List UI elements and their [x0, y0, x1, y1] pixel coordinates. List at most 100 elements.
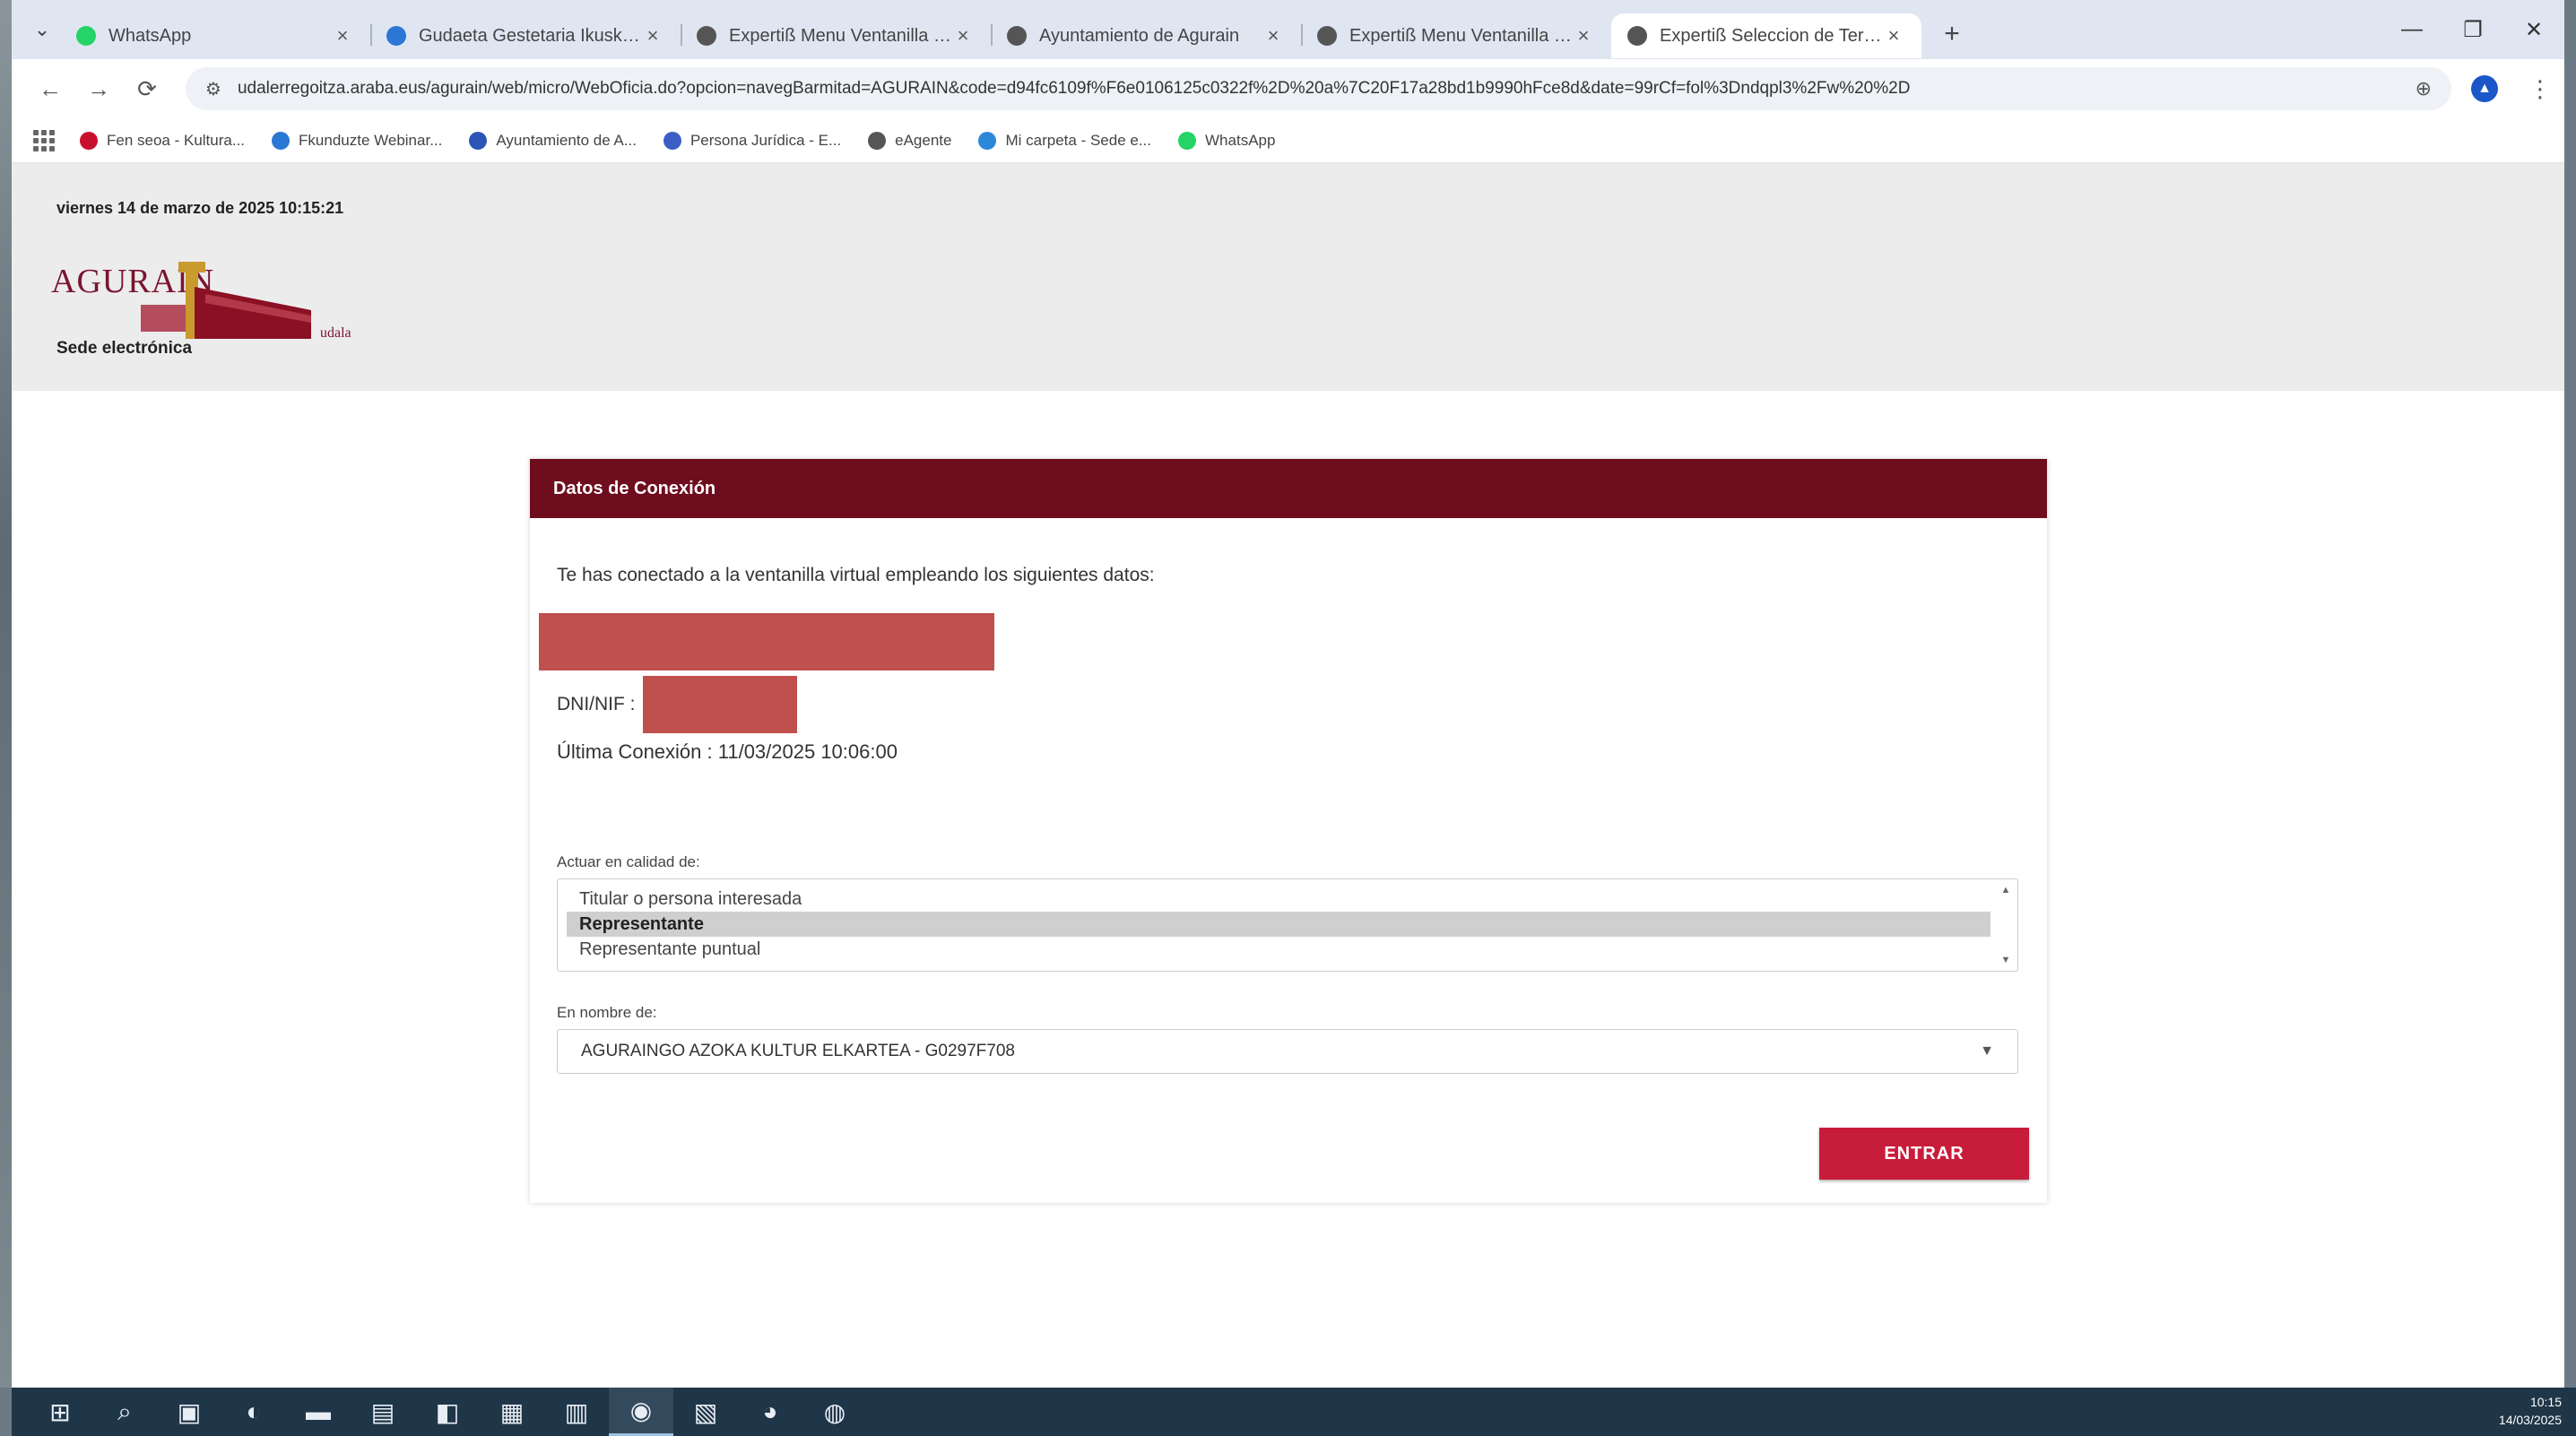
taskbar-search-icon[interactable]: ⌕ — [92, 1388, 157, 1436]
taskbar-chrome-icon[interactable]: ◉ — [609, 1388, 673, 1436]
tab-favicon-icon — [386, 26, 406, 46]
browser-menu-icon[interactable]: ⋮ — [2528, 75, 2552, 103]
bookmark-item[interactable]: Fen seoa - Kultura... — [80, 131, 246, 150]
browser-tab[interactable]: Ayuntamiento de Agurain × — [991, 13, 1301, 58]
extension-icon[interactable]: ⊕ — [2416, 77, 2432, 100]
bookmark-item[interactable]: Mi carpeta - Sede e... — [978, 131, 1152, 150]
bookmark-label: eAgente — [895, 131, 952, 149]
sede-electronica-label: Sede electrónica — [56, 339, 193, 358]
apps-grid-icon[interactable] — [33, 129, 55, 151]
site-info-icon[interactable]: ⚙ — [205, 78, 221, 100]
bookmark-label: WhatsApp — [1205, 131, 1276, 149]
taskbar-apps: ⊞ ⌕ ▣ ◐ ▬ ▤ ◧ ▦ ▥ ◉ ▧ ◕ ◍ — [28, 1388, 867, 1436]
restore-button[interactable]: ❐ — [2442, 0, 2503, 59]
bookmark-label: Ayuntamiento de A... — [496, 131, 637, 149]
act-as-option[interactable]: Representante puntual — [567, 937, 1991, 962]
tab-title: Expertiß Menu Ventanilla Virt... — [729, 25, 951, 46]
bookmark-label: Fen seoa - Kultura... — [107, 131, 246, 149]
tab-list: WhatsApp×Gudaeta Gestetaria Ikuskaile - … — [60, 1, 1921, 58]
back-button[interactable]: ← — [30, 68, 71, 109]
act-as-option[interactable]: Titular o persona interesada — [567, 887, 1991, 912]
taskbar-word-icon[interactable]: ▥ — [544, 1388, 609, 1436]
tab-favicon-icon — [1317, 26, 1337, 46]
bookmark-item[interactable]: WhatsApp — [1178, 131, 1276, 150]
tab-strip: ⌄ WhatsApp×Gudaeta Gestetaria Ikuskaile … — [12, 0, 2564, 59]
taskbar-firefox-icon[interactable]: ◕ — [738, 1388, 802, 1436]
bookmarks-bar: Fen seoa - Kultura... Fkunduzte Webinar..… — [12, 118, 2564, 163]
browser-tab[interactable]: WhatsApp × — [60, 13, 370, 58]
browser-toolbar: ← → ⟳ ⚙ udalerregoitza.araba.eus/agurain… — [12, 59, 2564, 118]
taskbar-task-view-icon[interactable]: ▣ — [157, 1388, 221, 1436]
enter-button[interactable]: ENTRAR — [1819, 1128, 2029, 1180]
tab-search-icon[interactable]: ⌄ — [24, 12, 60, 48]
windows-taskbar: ⊞ ⌕ ▣ ◐ ▬ ▤ ◧ ▦ ▥ ◉ ▧ ◕ ◍ 10:15 14/03/2025 — [12, 1388, 2576, 1436]
bookmark-favicon-icon — [272, 131, 291, 150]
forward-button[interactable]: → — [78, 68, 119, 109]
bookmark-favicon-icon — [1178, 131, 1197, 150]
on-behalf-label: En nombre de: — [557, 1004, 657, 1021]
tab-title: WhatsApp — [108, 25, 192, 46]
system-clock[interactable]: 10:15 14/03/2025 — [2499, 1393, 2562, 1429]
tab-favicon-icon — [76, 26, 96, 46]
tab-close-icon[interactable]: × — [641, 24, 664, 48]
browser-tab[interactable]: Expertiß Menu Ventanilla Virt... × — [1301, 13, 1611, 58]
on-behalf-select[interactable]: AGURAINGO AZOKA KULTUR ELKARTEA - G0297F… — [557, 1029, 2018, 1074]
url-text[interactable]: udalerregoitza.araba.eus/agurain/web/mic… — [238, 79, 2401, 99]
connection-data-panel: Datos de Conexión Te has conectado a la … — [530, 459, 2047, 1203]
bookmark-favicon-icon — [80, 131, 98, 150]
reload-button[interactable]: ⟳ — [126, 68, 168, 109]
chevron-down-icon: ▼ — [1980, 1043, 1994, 1059]
tab-title: Expertiß Seleccion de Tercero — [1660, 25, 1882, 46]
taskbar-acrobat-icon[interactable]: ▧ — [673, 1388, 738, 1436]
new-tab-button[interactable]: + — [1932, 14, 1972, 54]
act-as-label: Actuar en calidad de: — [557, 853, 700, 870]
bookmark-label: Fkunduzte Webinar... — [299, 131, 443, 149]
bookmark-favicon-icon — [978, 131, 997, 150]
taskbar-file-explorer-icon[interactable]: ▬ — [286, 1388, 351, 1436]
taskbar-excel-icon[interactable]: ▤ — [351, 1388, 415, 1436]
listbox-scrollbar[interactable]: ▲ ▼ — [1999, 885, 2012, 965]
tab-title: Expertiß Menu Ventanilla Virt... — [1349, 25, 1572, 46]
browser-tab[interactable]: Gudaeta Gestetaria Ikuskaile - ...× — [370, 13, 681, 58]
desktop-background — [0, 0, 12, 1388]
close-window-button[interactable]: ✕ — [2503, 0, 2564, 59]
minimize-button[interactable]: — — [2381, 0, 2442, 59]
site-header: viernes 14 de marzo de 2025 10:15:21 AGU… — [12, 163, 2564, 391]
taskbar-powerpoint-icon[interactable]: ◍ — [802, 1388, 867, 1436]
tab-close-icon[interactable]: × — [1572, 24, 1595, 48]
panel-title: Datos de Conexión — [530, 459, 2047, 518]
clock-time: 10:15 — [2529, 1395, 2562, 1409]
window-controls: — ❐ ✕ — [2381, 0, 2564, 59]
browser-tab[interactable]: Expertiß Seleccion de Tercero × — [1611, 13, 1921, 58]
taskbar-edge-icon[interactable]: ◐ — [221, 1388, 286, 1436]
scroll-up-icon[interactable]: ▲ — [2001, 885, 2011, 895]
tab-close-icon[interactable]: × — [1262, 24, 1285, 48]
bookmark-label: Mi carpeta - Sede e... — [1005, 131, 1152, 149]
connection-intro-text: Te has conectado a la ventanilla virtual… — [557, 565, 1155, 585]
tab-title: Gudaeta Gestetaria Ikuskaile - ... — [419, 25, 641, 46]
profile-avatar[interactable]: ▲ — [2471, 75, 2498, 102]
bookmark-item[interactable]: eAgente — [868, 131, 952, 150]
bookmark-item[interactable]: Persona Jurídica - E... — [663, 131, 842, 150]
act-as-listbox[interactable]: Titular o persona interesada Representant… — [557, 878, 2018, 972]
tab-close-icon[interactable]: × — [331, 24, 354, 48]
tab-favicon-icon — [1007, 26, 1027, 46]
tab-close-icon[interactable]: × — [1882, 24, 1905, 48]
scroll-down-icon[interactable]: ▼ — [2001, 955, 2011, 965]
tab-close-icon[interactable]: × — [951, 24, 975, 48]
taskbar-start-icon[interactable]: ⊞ — [28, 1388, 92, 1436]
act-as-option[interactable]: Representante — [567, 912, 1991, 937]
address-bar[interactable]: ⚙ udalerregoitza.araba.eus/agurain/web/m… — [186, 67, 2451, 110]
agurain-logo: AGURAIN udala — [51, 262, 351, 341]
dni-label: DNI/NIF : — [557, 694, 636, 714]
current-datetime: viernes 14 de marzo de 2025 10:15:21 — [56, 199, 344, 217]
bookmark-item[interactable]: Ayuntamiento de A... — [469, 131, 637, 150]
bookmark-favicon-icon — [868, 131, 887, 150]
bookmark-list: Fen seoa - Kultura... Fkunduzte Webinar..… — [80, 131, 1302, 150]
taskbar-app-teal-icon[interactable]: ◧ — [415, 1388, 480, 1436]
bookmark-label: Persona Jurídica - E... — [690, 131, 842, 149]
bookmark-item[interactable]: Fkunduzte Webinar... — [272, 131, 443, 150]
browser-tab[interactable]: Expertiß Menu Ventanilla Virt... × — [681, 13, 991, 58]
taskbar-app-orange-icon[interactable]: ▦ — [480, 1388, 544, 1436]
tab-title: Ayuntamiento de Agurain — [1039, 25, 1240, 46]
